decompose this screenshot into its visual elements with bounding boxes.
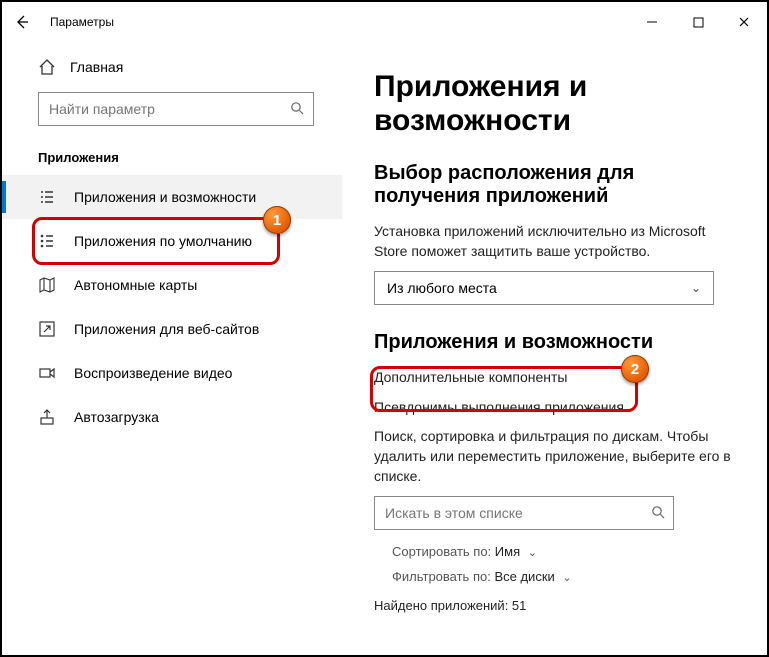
dropdown-value: Из любого места bbox=[387, 280, 497, 296]
execution-aliases-link[interactable]: Псевдонимы выполнения приложения bbox=[374, 398, 735, 418]
sidebar-item-video-playback[interactable]: Воспроизведение видео bbox=[2, 351, 342, 395]
apps-search-input[interactable] bbox=[375, 505, 643, 521]
section-apps-features: Приложения и возможности Дополнительные … bbox=[374, 331, 735, 613]
bullet-list-icon bbox=[38, 232, 56, 250]
sidebar-item-default-apps[interactable]: Приложения по умолчанию bbox=[2, 219, 342, 263]
section-heading: Приложения и возможности bbox=[374, 331, 735, 354]
section-desc: Поиск, сортировка и фильтрация по дискам… bbox=[374, 427, 735, 486]
search-settings-input[interactable] bbox=[39, 101, 281, 117]
sidebar-item-label: Приложения и возможности bbox=[74, 189, 256, 205]
maximize-button[interactable] bbox=[675, 2, 721, 42]
back-button[interactable] bbox=[2, 2, 42, 42]
window-title: Параметры bbox=[50, 15, 114, 29]
sidebar-item-label: Приложения по умолчанию bbox=[74, 233, 252, 249]
optional-features-link[interactable]: Дополнительные компоненты bbox=[374, 368, 735, 388]
window-controls bbox=[629, 2, 767, 42]
page-title: Приложения и возможности bbox=[374, 70, 735, 138]
chevron-down-icon: ⌄ bbox=[562, 572, 571, 584]
section-install-location: Выбор расположения для получения приложе… bbox=[374, 162, 735, 305]
home-icon bbox=[38, 58, 56, 76]
arrow-left-icon bbox=[14, 14, 30, 30]
close-button[interactable] bbox=[721, 2, 767, 42]
minimize-icon bbox=[646, 16, 658, 28]
section-heading: Выбор расположения для получения приложе… bbox=[374, 162, 735, 208]
main-panel: Приложения и возможности Выбор расположе… bbox=[342, 42, 767, 655]
video-icon bbox=[38, 364, 56, 382]
sidebar-item-web-apps[interactable]: Приложения для веб-сайтов bbox=[2, 307, 342, 351]
search-icon bbox=[643, 505, 673, 522]
titlebar: Параметры bbox=[2, 2, 767, 42]
minimize-button[interactable] bbox=[629, 2, 675, 42]
search-settings[interactable] bbox=[38, 92, 314, 126]
filter-control[interactable]: Фильтровать по: Все диски ⌄ bbox=[392, 569, 735, 584]
sidebar-item-offline-maps[interactable]: Автономные карты bbox=[2, 263, 342, 307]
sidebar-item-apps-features[interactable]: Приложения и возможности bbox=[2, 175, 342, 219]
autostart-icon bbox=[38, 408, 56, 426]
sidebar-section-label: Приложения bbox=[2, 132, 342, 175]
home-nav[interactable]: Главная bbox=[2, 50, 342, 84]
apps-count: Найдено приложений: 51 bbox=[374, 598, 735, 613]
apps-search[interactable] bbox=[374, 496, 674, 530]
sidebar: Главная Приложения Приложения и возможно… bbox=[2, 42, 342, 655]
home-label: Главная bbox=[70, 59, 123, 75]
map-icon bbox=[38, 276, 56, 294]
sidebar-item-startup[interactable]: Автозагрузка bbox=[2, 395, 342, 439]
install-location-dropdown[interactable]: Из любого места ⌄ bbox=[374, 271, 714, 305]
close-icon bbox=[738, 16, 750, 28]
list-icon bbox=[38, 188, 56, 206]
sort-control[interactable]: Сортировать по: Имя ⌄ bbox=[392, 544, 735, 559]
sidebar-item-label: Воспроизведение видео bbox=[74, 365, 232, 381]
sidebar-item-label: Автономные карты bbox=[74, 277, 197, 293]
search-icon bbox=[281, 101, 313, 118]
sidebar-item-label: Приложения для веб-сайтов bbox=[74, 321, 259, 337]
sidebar-item-label: Автозагрузка bbox=[74, 409, 159, 425]
maximize-icon bbox=[693, 17, 704, 28]
chevron-down-icon: ⌄ bbox=[691, 281, 701, 295]
launch-icon bbox=[38, 320, 56, 338]
chevron-down-icon: ⌄ bbox=[528, 547, 537, 559]
section-desc: Установка приложений исключительно из Mi… bbox=[374, 222, 735, 261]
